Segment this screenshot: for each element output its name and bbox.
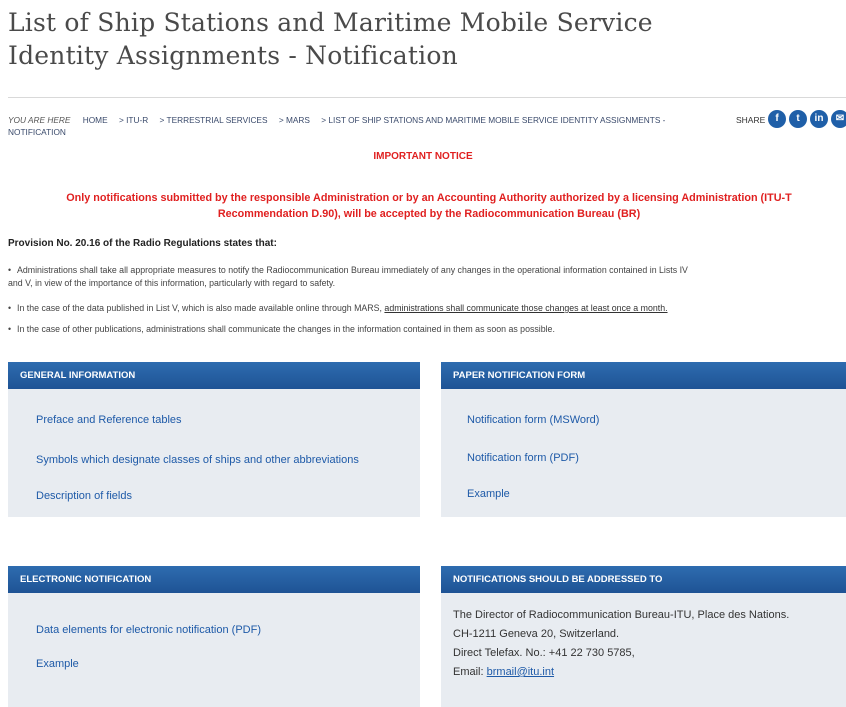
breadcrumb-home[interactable]: HOME <box>83 115 108 125</box>
provision-bullet-1: • Administrations shall take all appropri… <box>8 265 688 288</box>
address-line-3: Direct Telefax. No.: +41 22 730 5785, <box>453 647 635 659</box>
symbols-link[interactable]: Symbols which designate classes of ships… <box>36 454 359 466</box>
bullet-1-line-1: Administrations shall take all appropria… <box>17 265 688 275</box>
provision-heading: Provision No. 20.16 of the Radio Regulat… <box>8 238 277 249</box>
breadcrumb-terrestrial-services[interactable]: > TERRESTRIAL SERVICES <box>160 115 268 125</box>
important-notice-heading: IMPORTANT NOTICE <box>373 151 473 162</box>
data-elements-link[interactable]: Data elements for electronic notificatio… <box>36 624 261 636</box>
breadcrumb-itu-r[interactable]: > ITU-R <box>119 115 148 125</box>
electronic-example-link[interactable]: Example <box>36 658 79 670</box>
preface-link[interactable]: Preface and Reference tables <box>36 414 182 426</box>
title-divider <box>8 97 846 98</box>
address-email-line: Email: brmail@itu.int <box>453 663 789 682</box>
address-line-2: CH-1211 Geneva 20, Switzerland. <box>453 628 620 640</box>
linkedin-icon[interactable]: in <box>810 110 828 128</box>
bullet-2-underlined: administrations shall communicate those … <box>384 303 668 313</box>
bullet-1-line-2: and V, in view of the importance of this… <box>8 278 336 288</box>
breadcrumb-mars[interactable]: > MARS <box>279 115 310 125</box>
address-header: NOTIFICATIONS SHOULD BE ADDRESSED TO <box>441 566 846 593</box>
address-line-1: The Director of Radiocommunication Burea… <box>453 609 790 621</box>
provision-bullet-2: • In the case of the data published in Li… <box>8 303 668 313</box>
breadcrumb: YOU ARE HERE HOME > ITU-R > TERRESTRIAL … <box>8 114 668 138</box>
email-link[interactable]: brmail@itu.int <box>487 666 554 678</box>
bullet-2-text: In the case of the data published in Lis… <box>17 303 382 313</box>
twitter-icon[interactable]: t <box>789 110 807 128</box>
paper-notification-panel: PAPER NOTIFICATION FORM Notification for… <box>441 362 846 517</box>
paper-notification-header: PAPER NOTIFICATION FORM <box>441 362 846 389</box>
page: List of Ship Stations and Maritime Mobil… <box>0 0 846 707</box>
electronic-notification-header: ELECTRONIC NOTIFICATION <box>8 566 420 593</box>
notification-form-msword-link[interactable]: Notification form (MSWord) <box>467 414 599 426</box>
general-information-header: GENERAL INFORMATION <box>8 362 420 389</box>
general-information-panel: GENERAL INFORMATION Preface and Referenc… <box>8 362 420 517</box>
breadcrumb-you-are-here: YOU ARE HERE <box>8 115 71 125</box>
page-title: List of Ship Stations and Maritime Mobil… <box>8 8 653 70</box>
address-block: The Director of Radiocommunication Burea… <box>453 606 789 682</box>
email-icon[interactable]: ✉ <box>831 110 846 128</box>
bullet-3-text: In the case of other publications, admin… <box>17 324 555 334</box>
facebook-icon[interactable]: f <box>768 110 786 128</box>
electronic-notification-panel: ELECTRONIC NOTIFICATION Data elements fo… <box>8 566 420 707</box>
notification-form-pdf-link[interactable]: Notification form (PDF) <box>467 452 579 464</box>
email-label: Email: <box>453 666 484 678</box>
provision-bullet-3: • In the case of other publications, admi… <box>8 324 555 334</box>
address-panel: NOTIFICATIONS SHOULD BE ADDRESSED TO The… <box>441 566 846 707</box>
share-label: SHARE <box>736 115 766 125</box>
description-of-fields-link[interactable]: Description of fields <box>36 490 132 502</box>
paper-example-link[interactable]: Example <box>467 488 510 500</box>
important-notice-text: Only notifications submitted by the resp… <box>66 192 792 220</box>
